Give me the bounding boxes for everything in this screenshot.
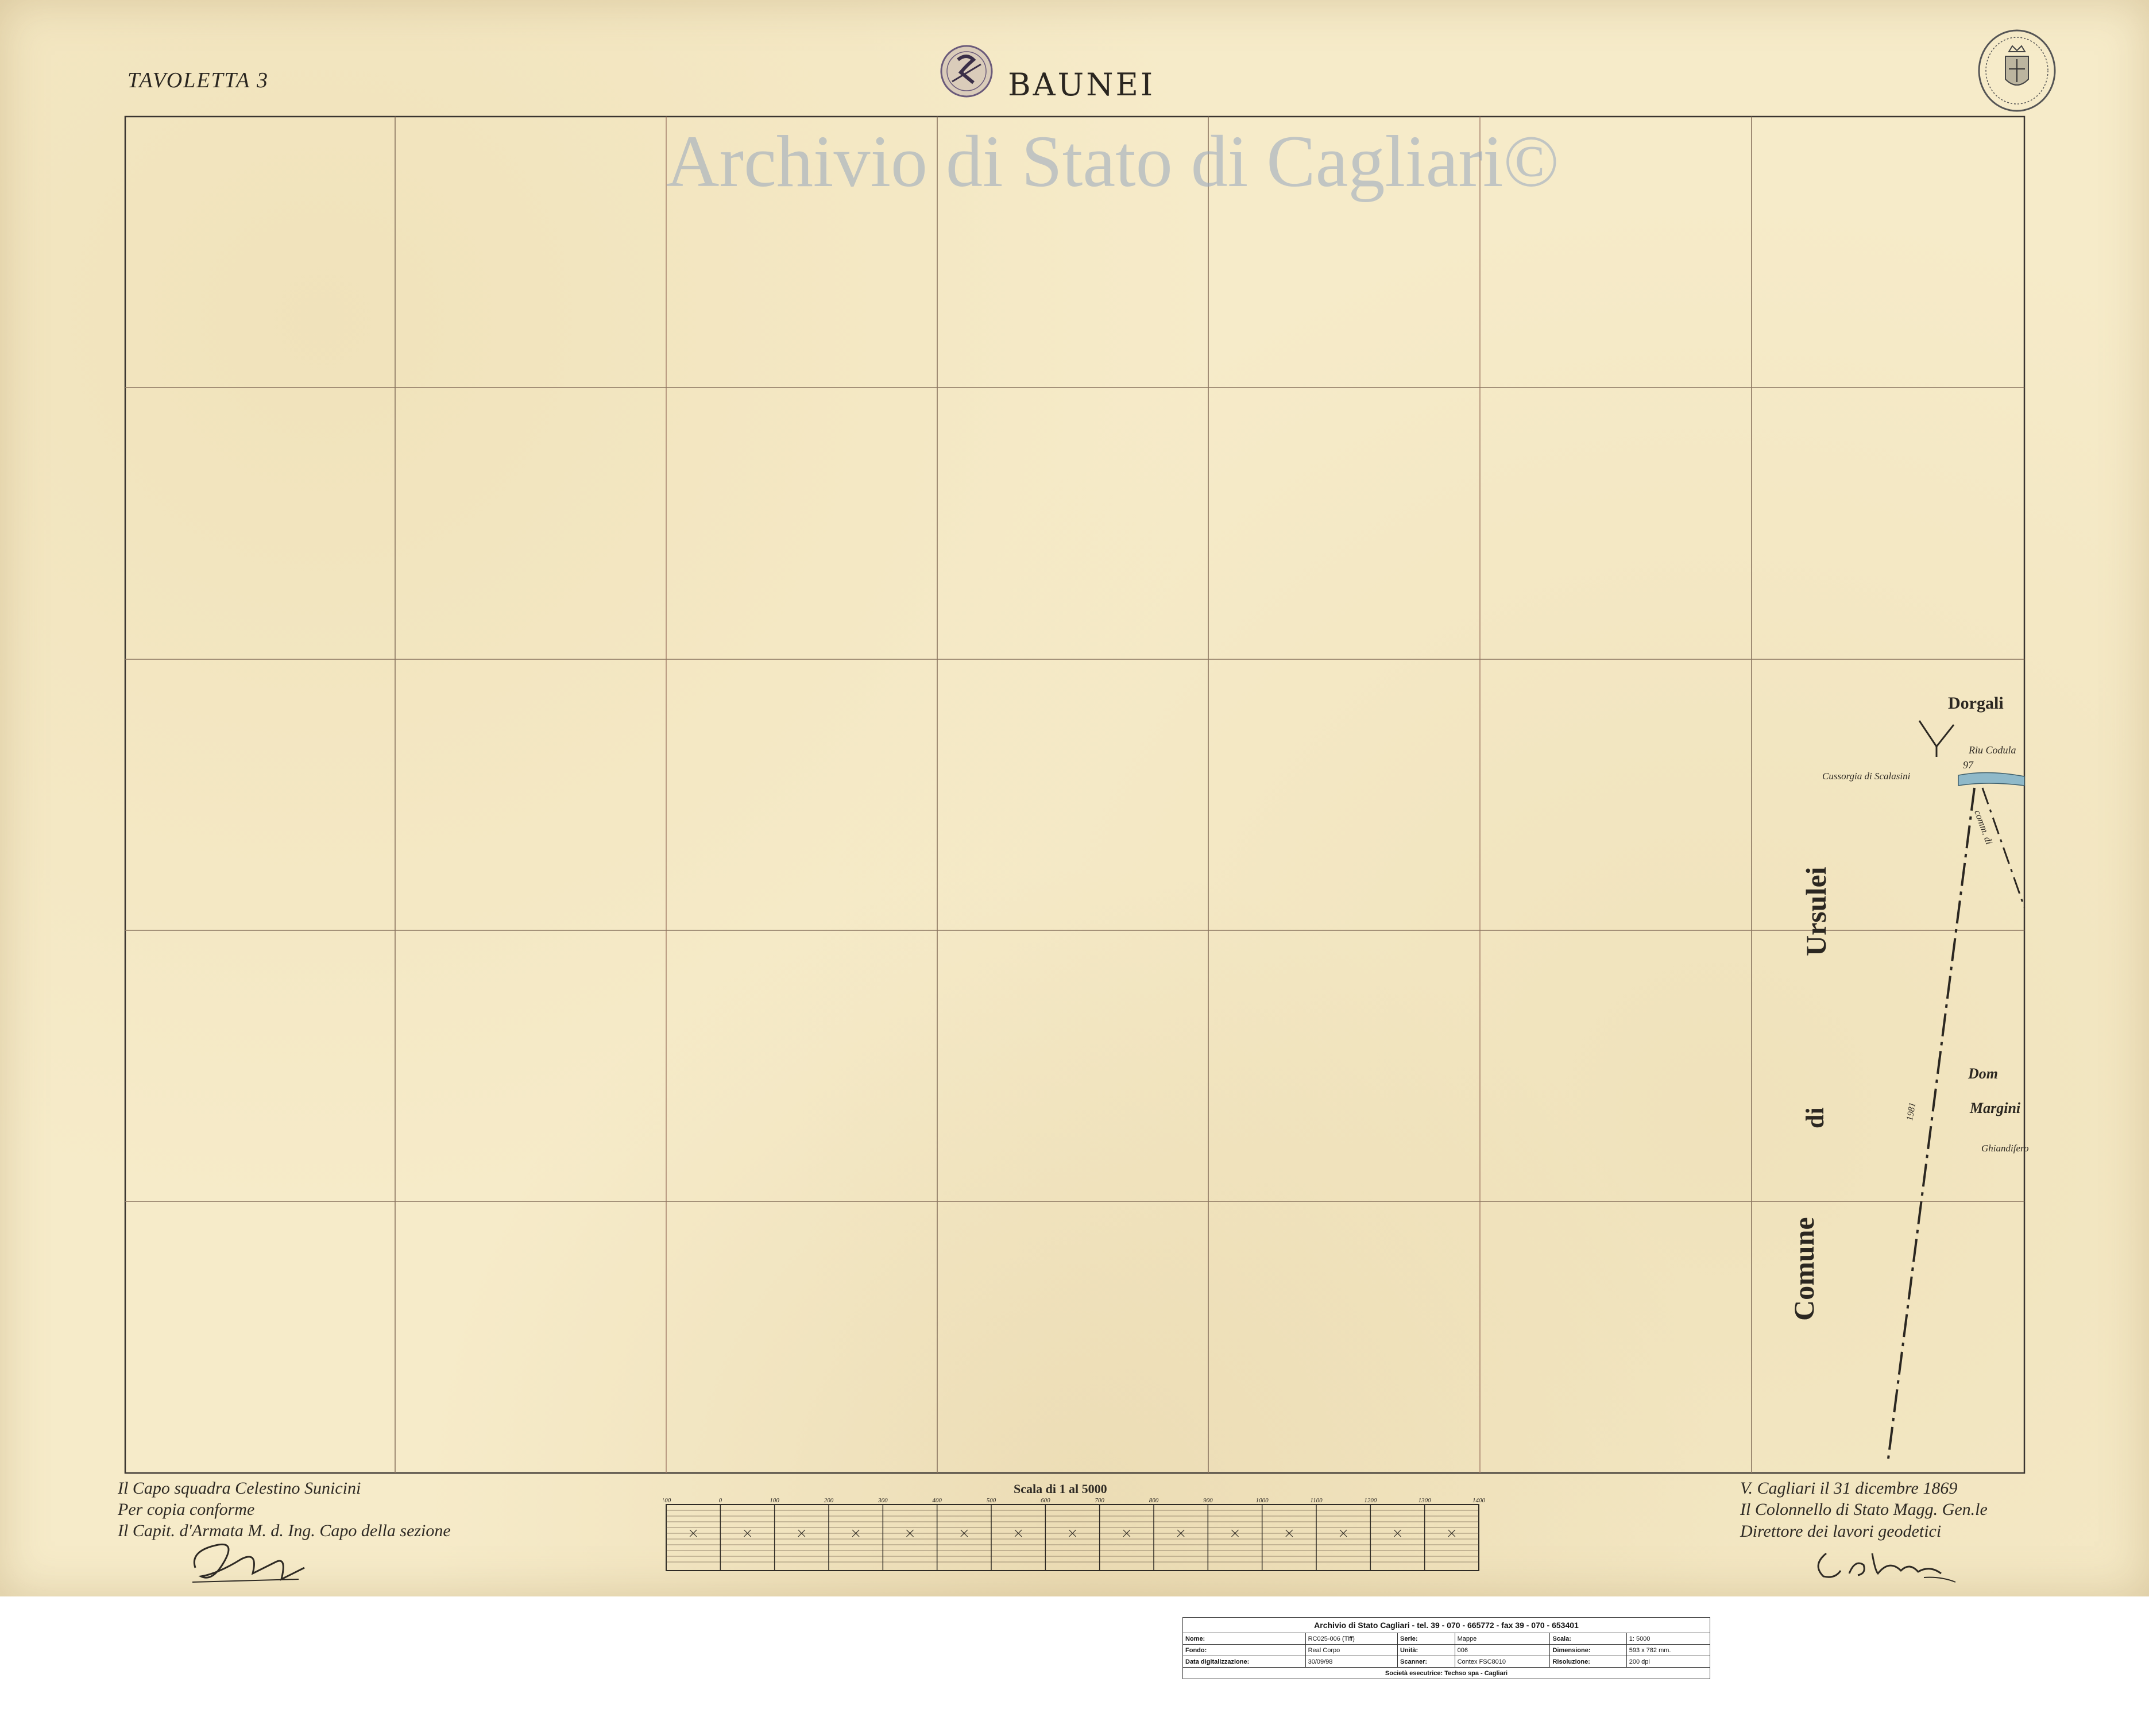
note-right-3: Direttore dei lavori geodetici — [1740, 1522, 1942, 1541]
label-ghiandifero: Ghiandifero — [1981, 1143, 2029, 1154]
info-value: 30/09/98 — [1305, 1656, 1398, 1668]
archive-watermark: Archivio di Stato di Cagliari© — [666, 121, 1559, 202]
info-label: Data digitalizzazione: — [1182, 1656, 1306, 1668]
note-left-1: Il Capo squadra Celestino Sunicini — [118, 1479, 361, 1498]
scale-tick-label: 1200 — [1364, 1497, 1377, 1504]
signature-right-icon — [1817, 1552, 1956, 1583]
label-riu: Riu Codula — [1969, 744, 2016, 756]
info-label: Scanner: — [1397, 1656, 1455, 1668]
info-label: Serie: — [1397, 1633, 1455, 1645]
scale-tick-label: 700 — [1095, 1497, 1104, 1504]
label-point-number: 97 — [1963, 759, 1973, 771]
info-value: Mappe — [1454, 1633, 1551, 1645]
info-title: Archivio di Stato Cagliari - tel. 39 - 0… — [1182, 1617, 1710, 1633]
info-value: Contex FSC8010 — [1454, 1656, 1551, 1668]
info-label: Scala: — [1549, 1633, 1627, 1645]
info-footer: Società esecutrice: Techso spa - Cagliar… — [1182, 1667, 1710, 1679]
signature-left-icon — [192, 1543, 305, 1583]
label-di: di — [1801, 1107, 1829, 1128]
info-value: 1: 5000 — [1626, 1633, 1711, 1645]
note-right-1: V. Cagliari il 31 dicembre 1869 — [1740, 1479, 1958, 1498]
info-label: Dimensione: — [1549, 1644, 1627, 1656]
note-right-2: Il Colonnello di Stato Magg. Gen.le — [1740, 1500, 1988, 1519]
scale-bar: 1000100200300400500600700800900100011001… — [663, 1497, 1486, 1571]
archive-info-table: Archivio di Stato Cagliari - tel. 39 - 0… — [1182, 1617, 1711, 1679]
table-row: Fondo: Real Corpo Unità: 006 Dimensione:… — [1182, 1644, 1711, 1656]
map-grid — [124, 115, 2026, 1474]
scale-tick-label: 200 — [824, 1497, 834, 1504]
label-dorgali: Dorgali — [1948, 694, 2004, 713]
info-value: 593 x 782 mm. — [1626, 1644, 1711, 1656]
info-label: Fondo: — [1182, 1644, 1306, 1656]
info-value: RC025-006 (Tiff) — [1305, 1633, 1398, 1645]
scale-tick-label: 400 — [932, 1497, 942, 1504]
river-icon — [1958, 772, 2025, 786]
info-label: Risoluzione: — [1549, 1656, 1627, 1668]
scale-tick-label: 100 — [663, 1497, 671, 1504]
info-label: Unità: — [1397, 1644, 1455, 1656]
scale-tick-label: 1300 — [1419, 1497, 1432, 1504]
note-left-2: Per copia conforme — [118, 1500, 255, 1519]
scale-tick-label: 100 — [770, 1497, 779, 1504]
table-row: Data digitalizzazione: 30/09/98 Scanner:… — [1182, 1656, 1711, 1668]
scale-frame — [666, 1504, 1479, 1571]
info-value: Real Corpo — [1305, 1644, 1398, 1656]
scale-tick-label: 0 — [719, 1497, 722, 1504]
label-margini: Margini — [1970, 1100, 2021, 1116]
scale-tick-label: 600 — [1041, 1497, 1050, 1504]
label-cussorgia: Cussorgia di Scalasini — [1822, 771, 1911, 782]
scale-tick-label: 1100 — [1310, 1497, 1323, 1504]
scale-tick-label: 500 — [987, 1497, 996, 1504]
scale-tick-label: 800 — [1149, 1497, 1159, 1504]
scale-tick-label: 1000 — [1256, 1497, 1269, 1504]
map-sheet: TAVOLETTA 3 BAUNEI Archivio di Stato di … — [0, 0, 2149, 1596]
info-value: 006 — [1454, 1644, 1551, 1656]
info-label: Nome: — [1182, 1633, 1306, 1645]
label-dom: Dom — [1968, 1065, 1998, 1082]
info-value: 200 dpi — [1626, 1656, 1711, 1668]
scale-tick-label: 300 — [878, 1497, 888, 1504]
label-ursulei: Ursulei — [1800, 867, 1832, 956]
scale-tick-label: 1400 — [1472, 1497, 1486, 1504]
table-row: Nome: RC025-006 (Tiff) Serie: Mappe Scal… — [1182, 1633, 1711, 1645]
scale-tick-label: 900 — [1203, 1497, 1213, 1504]
label-comune: Comune — [1788, 1217, 1820, 1321]
